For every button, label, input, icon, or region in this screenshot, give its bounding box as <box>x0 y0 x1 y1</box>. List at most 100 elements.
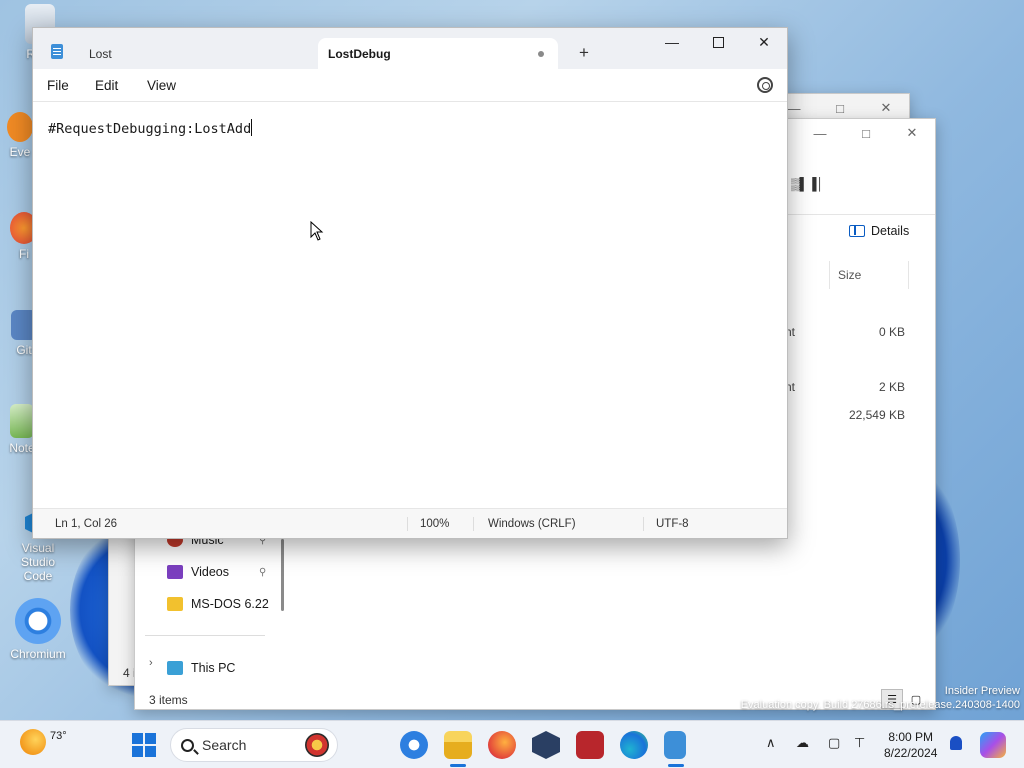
tab-lostdebug[interactable]: LostDebug <box>318 38 558 69</box>
volume-icon[interactable]: ⊤ <box>854 735 865 751</box>
status-item-count: 3 items <box>149 693 188 707</box>
dos-app-taskbar-icon[interactable] <box>576 731 604 759</box>
nav-item-ms-dos[interactable]: MS-DOS 6.22 <box>167 593 269 615</box>
weather-widget[interactable]: 73° <box>20 729 67 755</box>
virtualbox-taskbar-icon[interactable] <box>532 731 560 759</box>
taskbar-search[interactable]: Search <box>170 728 338 762</box>
nav-divider <box>145 635 265 636</box>
gear-icon[interactable] <box>757 77 773 93</box>
file-row[interactable]: 22,549 KB <box>785 408 905 430</box>
file-row[interactable]: nt 2 KB <box>785 380 905 402</box>
file-row[interactable]: nt 0 KB <box>785 325 905 347</box>
text-caret <box>251 119 253 136</box>
search-placeholder: Search <box>202 737 247 753</box>
zoom-level[interactable]: 100% <box>420 518 449 530</box>
status-divider <box>407 517 408 531</box>
details-pane-button[interactable]: Details <box>849 224 909 238</box>
clock-date: 8/22/2024 <box>884 746 938 760</box>
details-pane-icon <box>849 225 865 237</box>
details-label: Details <box>871 224 910 238</box>
folder-icon <box>167 597 183 611</box>
nav-item-videos[interactable]: Videos ⚲ <box>167 561 266 583</box>
command-bar-text: ▒▌▐│ <box>791 177 825 191</box>
weather-temp: 73° <box>50 730 67 742</box>
maximize-icon <box>712 36 724 48</box>
tab-label: LostDebug <box>328 46 391 61</box>
clock-time: 8:00 PM <box>888 730 934 744</box>
app-icon <box>7 112 33 142</box>
taskbar: 73° Search ∧ ☁ ▢ ⊤ 8:00 PM 8/22/2024 <box>0 720 1024 768</box>
nav-item-label: MS-DOS 6.22 <box>191 597 269 611</box>
pin-icon: ⚲ <box>259 566 267 578</box>
search-highlight-icon <box>305 733 329 757</box>
notification-bell-icon[interactable] <box>950 736 962 750</box>
text-editor[interactable]: #RequestDebugging:LostAdd <box>33 103 787 508</box>
minimize-button[interactable]: — <box>797 119 843 147</box>
edge-taskbar-icon[interactable] <box>620 731 648 759</box>
show-hidden-icons-button[interactable]: ∧ <box>766 735 776 751</box>
tab-lost[interactable]: Lost <box>79 38 319 69</box>
tab-label: Lost <box>89 46 112 61</box>
copilot-icon[interactable] <box>980 732 1006 758</box>
status-bar: Ln 1, Col 26 100% Windows (CRLF) UTF-8 <box>33 508 787 538</box>
unsaved-indicator-icon[interactable] <box>538 51 544 57</box>
maximize-button[interactable]: □ <box>843 119 889 147</box>
close-button[interactable]: ✕ <box>889 119 935 147</box>
maximize-button[interactable] <box>695 28 741 56</box>
title-bar[interactable]: Lost LostDebug + — ✕ <box>33 28 787 69</box>
clock[interactable]: 8:00 PM 8/22/2024 <box>884 729 937 761</box>
insider-watermark: Insider Preview Evaluation copy. Build 2… <box>741 684 1020 712</box>
chevron-right-icon[interactable]: › <box>149 657 153 669</box>
watermark-line: Evaluation copy. Build 27686.rs_prerelea… <box>740 699 1020 711</box>
notepad-plus-icon <box>10 404 34 438</box>
line-ending[interactable]: Windows (CRLF) <box>488 518 576 530</box>
close-button[interactable]: ✕ <box>741 28 787 56</box>
add-tab-button[interactable]: + <box>573 42 595 64</box>
file-size: 0 KB <box>878 325 905 339</box>
firefox-taskbar-icon[interactable] <box>488 731 516 759</box>
nav-scrollbar[interactable] <box>281 539 284 611</box>
desktop-icon-label: Chromium <box>10 647 66 661</box>
active-indicator <box>668 764 684 767</box>
desktop-icon-label: Visual Studio Code <box>20 541 56 583</box>
desktop-icon-chromium[interactable]: Chromium <box>6 598 70 661</box>
weather-icon <box>20 729 46 755</box>
minimize-button[interactable]: — <box>649 28 695 56</box>
file-size: 2 KB <box>878 380 905 394</box>
windows-logo-tile <box>145 746 156 757</box>
network-off-icon[interactable]: ☁ <box>796 735 809 751</box>
notepad-window[interactable]: Lost LostDebug + — ✕ File Edit View #Req… <box>32 27 788 539</box>
status-divider <box>473 517 474 531</box>
command-bar: ▒▌▐│ <box>785 169 935 215</box>
watermark-line: Insider Preview <box>944 685 1020 697</box>
menu-file[interactable]: File <box>47 78 69 93</box>
nav-item-label: Videos <box>191 565 229 579</box>
file-explorer-taskbar-icon[interactable] <box>444 731 472 759</box>
navigation-pane: Music ⚲ Videos ⚲ MS-DOS 6.22 › This PC <box>135 533 285 711</box>
windows-logo-tile <box>132 746 143 757</box>
window-controls: — ✕ <box>649 28 787 56</box>
windows-logo-tile <box>132 733 143 744</box>
file-size: 22,549 KB <box>848 408 905 422</box>
editor-text: #RequestDebugging:LostAdd <box>48 121 252 137</box>
videos-folder-icon <box>167 565 183 579</box>
start-button[interactable] <box>132 733 156 757</box>
search-icon <box>181 738 194 752</box>
windows-logo-tile <box>145 733 156 744</box>
chromium-icon <box>15 598 61 644</box>
notepad-taskbar-icon[interactable] <box>664 731 686 759</box>
status-divider <box>643 517 644 531</box>
computer-icon <box>167 661 183 675</box>
menu-view[interactable]: View <box>147 78 176 93</box>
nav-item-label: This PC <box>191 661 236 675</box>
editor-content: #RequestDebugging:LostAdd <box>48 119 253 137</box>
nav-item-this-pc[interactable]: This PC <box>167 657 235 679</box>
column-header-size[interactable]: Size <box>829 261 909 289</box>
cursor-position: Ln 1, Col 26 <box>55 518 118 530</box>
menu-bar: File Edit View <box>33 69 787 102</box>
chromium-taskbar-icon[interactable] <box>400 731 428 759</box>
notepad-app-icon <box>51 44 63 59</box>
display-icon[interactable]: ▢ <box>828 735 840 751</box>
menu-edit[interactable]: Edit <box>95 78 118 93</box>
encoding[interactable]: UTF-8 <box>656 518 689 530</box>
